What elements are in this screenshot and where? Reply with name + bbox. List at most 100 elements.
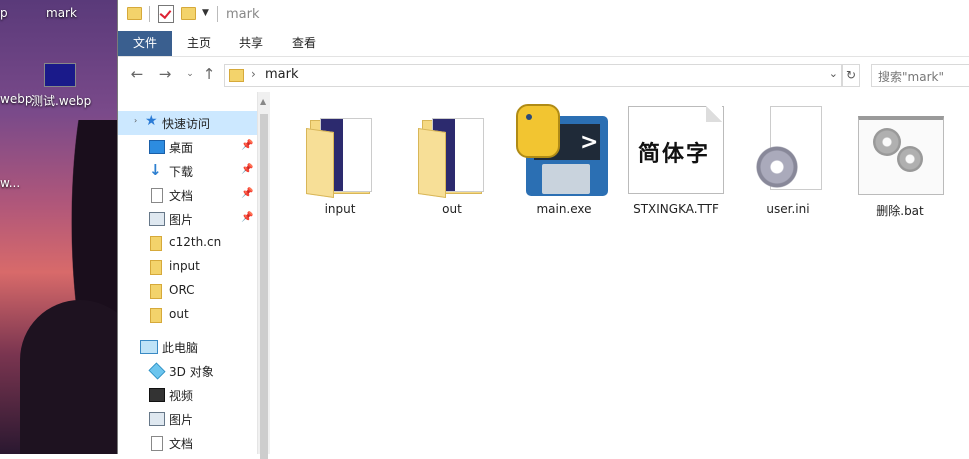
nav-this-pc[interactable]: 此电脑 bbox=[118, 335, 257, 359]
file-item-ttf[interactable]: 简体字 STXINGKA.TTF bbox=[626, 102, 726, 222]
folder-icon bbox=[229, 69, 244, 82]
star-icon: ★ bbox=[145, 113, 158, 129]
file-name: STXINGKA.TTF bbox=[633, 202, 719, 216]
file-item-out[interactable]: out bbox=[402, 102, 502, 222]
divider bbox=[149, 6, 150, 22]
tab-home[interactable]: 主页 bbox=[176, 31, 222, 56]
recent-locations-chevron-icon[interactable]: ⌄ bbox=[181, 65, 199, 83]
file-item-main-exe[interactable]: main.exe bbox=[514, 102, 614, 222]
python-exe-icon bbox=[516, 104, 608, 198]
customize-toolbar-chevron-icon[interactable]: ▼ bbox=[202, 8, 209, 18]
file-name: user.ini bbox=[766, 202, 810, 216]
file-name: out bbox=[442, 202, 462, 216]
sidebar-item-3d-objects[interactable]: 3D 对象 bbox=[118, 359, 257, 383]
font-preview: 简体字 bbox=[637, 141, 710, 167]
nav-label: 桌面 bbox=[169, 141, 194, 155]
cube-icon bbox=[148, 362, 166, 380]
nav-label: input bbox=[169, 259, 200, 273]
pin-icon[interactable]: 📌 bbox=[241, 188, 253, 199]
address-bar[interactable]: › mark ⌄ bbox=[224, 64, 842, 87]
picture-icon bbox=[149, 412, 165, 426]
nav-label: 快速访问 bbox=[162, 117, 211, 131]
folder-icon bbox=[127, 7, 142, 20]
sidebar-item-c12th[interactable]: c12th.cn bbox=[118, 231, 257, 255]
divider bbox=[217, 6, 218, 22]
picture-icon bbox=[149, 212, 165, 226]
tab-share[interactable]: 共享 bbox=[228, 31, 274, 56]
sidebar-item-documents[interactable]: 文档 📌 bbox=[118, 183, 257, 207]
expand-chevron-icon[interactable]: › bbox=[134, 116, 137, 125]
sidebar-item-input[interactable]: input bbox=[118, 255, 257, 279]
nav-label: out bbox=[169, 307, 189, 321]
batch-file-icon bbox=[858, 116, 944, 195]
sidebar-item-desktop[interactable]: 桌面 📌 bbox=[118, 135, 257, 159]
folder-icon bbox=[150, 260, 162, 275]
file-name: main.exe bbox=[536, 202, 592, 216]
pin-icon[interactable]: 📌 bbox=[241, 212, 253, 223]
sidebar-item-pc-pictures[interactable]: 图片 bbox=[118, 407, 257, 431]
nav-label: ORC bbox=[169, 283, 195, 297]
nav-label: 文档 bbox=[169, 189, 194, 203]
sidebar-item-pictures[interactable]: 图片 📌 bbox=[118, 207, 257, 231]
breadcrumb-chevron-icon[interactable]: › bbox=[251, 67, 256, 81]
pin-icon[interactable]: 📌 bbox=[241, 140, 253, 151]
document-icon bbox=[151, 436, 163, 451]
scroll-up-icon[interactable]: ▲ bbox=[260, 97, 266, 106]
address-dropdown-chevron-icon[interactable]: ⌄ bbox=[829, 67, 838, 80]
nav-label: 此电脑 bbox=[162, 341, 199, 355]
tab-file[interactable]: 文件 bbox=[118, 31, 172, 56]
folder-icon bbox=[150, 236, 162, 251]
file-item-input[interactable]: input bbox=[290, 102, 390, 222]
desktop-icon-label[interactable]: 测试.webp bbox=[31, 92, 91, 109]
nav-quick-access[interactable]: › ★ 快速访问 bbox=[118, 111, 257, 135]
folder-icon bbox=[418, 114, 486, 198]
document-icon bbox=[151, 188, 163, 203]
file-name: input bbox=[324, 202, 356, 216]
file-list: input out main.exe 简体字 STXINGKA.TTF bbox=[270, 92, 969, 454]
folder-icon bbox=[306, 114, 374, 198]
sidebar-item-orc[interactable]: ORC bbox=[118, 279, 257, 303]
nav-label: 3D 对象 bbox=[169, 365, 214, 379]
back-arrow-icon[interactable]: ← bbox=[128, 65, 146, 83]
desktop-icon-label[interactable]: webp bbox=[0, 92, 32, 106]
nav-scrollbar[interactable]: ▲ bbox=[257, 92, 271, 459]
sidebar-item-out[interactable]: out bbox=[118, 303, 257, 327]
refresh-icon[interactable]: ↻ bbox=[842, 64, 860, 87]
settings-file-icon bbox=[756, 104, 822, 194]
nav-label: c12th.cn bbox=[169, 235, 222, 249]
desktop-icon-label[interactable]: w... bbox=[0, 176, 20, 190]
file-item-user-ini[interactable]: user.ini bbox=[738, 102, 838, 222]
nav-label: 图片 bbox=[169, 213, 194, 227]
folder-icon bbox=[150, 284, 162, 299]
address-row: ← → ⌄ ↑ › mark ⌄ ↻ 搜索"mark" bbox=[118, 57, 969, 92]
window-title: mark bbox=[226, 7, 260, 22]
ribbon-tabs: 文件 主页 共享 查看 bbox=[118, 31, 969, 57]
computer-icon bbox=[140, 340, 158, 354]
film-icon bbox=[149, 388, 165, 402]
properties-icon[interactable] bbox=[158, 5, 174, 23]
nav-label: 下载 bbox=[169, 165, 194, 179]
desktop-icon-label[interactable]: p bbox=[0, 6, 8, 20]
nav-label: 视频 bbox=[169, 389, 194, 403]
title-bar: ▼ mark bbox=[118, 0, 969, 31]
nav-label: 文档 bbox=[169, 437, 194, 451]
file-name: 删除.bat bbox=[876, 204, 924, 218]
image-file-icon[interactable] bbox=[44, 63, 76, 87]
file-item-bat[interactable]: 删除.bat bbox=[850, 102, 950, 222]
navigation-pane: › ★ 快速访问 桌面 📌 ↓ 下载 📌 文档 📌 图片 📌 c12th.cn bbox=[118, 92, 270, 454]
font-file-icon: 简体字 bbox=[626, 104, 724, 194]
breadcrumb-current[interactable]: mark bbox=[265, 67, 299, 82]
search-input[interactable]: 搜索"mark" bbox=[871, 64, 969, 87]
sidebar-item-videos[interactable]: 视频 bbox=[118, 383, 257, 407]
new-folder-icon[interactable] bbox=[181, 7, 196, 20]
forward-arrow-icon[interactable]: → bbox=[156, 65, 174, 83]
sidebar-item-pc-documents[interactable]: 文档 bbox=[118, 431, 257, 455]
scrollbar-thumb[interactable] bbox=[260, 114, 268, 459]
desktop-icon-label[interactable]: mark bbox=[46, 6, 77, 20]
download-arrow-icon: ↓ bbox=[149, 161, 162, 179]
pin-icon[interactable]: 📌 bbox=[241, 164, 253, 175]
tab-view[interactable]: 查看 bbox=[281, 31, 327, 56]
up-arrow-icon[interactable]: ↑ bbox=[200, 65, 218, 83]
sidebar-item-downloads[interactable]: ↓ 下载 📌 bbox=[118, 159, 257, 183]
explorer-window: ▼ mark 文件 主页 共享 查看 ← → ⌄ ↑ › mark ⌄ ↻ 搜索… bbox=[117, 0, 969, 459]
